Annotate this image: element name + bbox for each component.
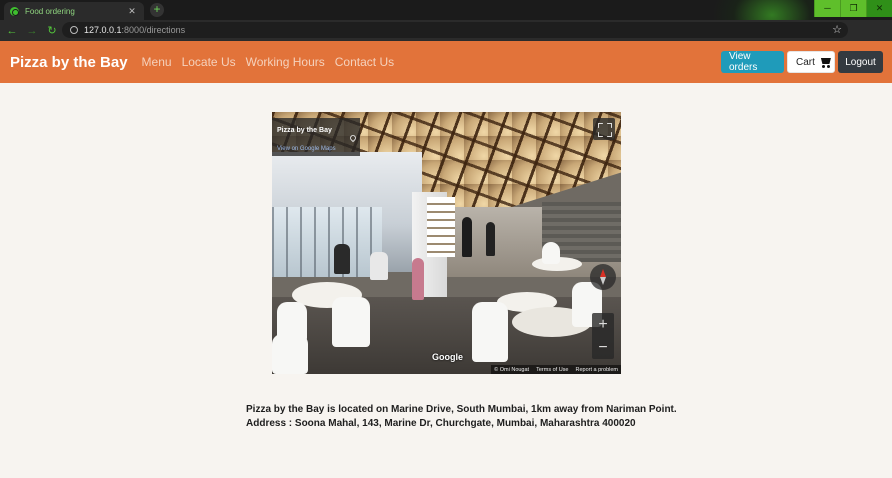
url-text: 127.0.0.1:8000/directions bbox=[84, 25, 185, 35]
zoom-out-button[interactable]: − bbox=[592, 336, 614, 359]
view-orders-button[interactable]: View orders bbox=[721, 51, 784, 73]
browser-toolbar: ← → ↻ 127.0.0.1:8000/directions ☆ ⋮ bbox=[0, 20, 892, 57]
dining-chair bbox=[332, 297, 370, 347]
report-problem-link[interactable]: Report a problem bbox=[576, 367, 619, 373]
dining-chair bbox=[542, 242, 560, 264]
view-on-google-maps-link[interactable]: View on Google Maps bbox=[277, 146, 336, 152]
browser-tab[interactable]: Food ordering ✕ bbox=[4, 2, 144, 20]
address-bar[interactable]: 127.0.0.1:8000/directions ☆ bbox=[62, 22, 848, 38]
tab-title: Food ordering bbox=[25, 6, 75, 16]
diner-figure bbox=[486, 222, 495, 256]
location-description: Pizza by the Bay is located on Marine Dr… bbox=[246, 403, 686, 431]
new-tab-button[interactable]: + bbox=[150, 3, 164, 17]
compass-icon[interactable] bbox=[590, 264, 616, 290]
street-view-window bbox=[272, 207, 382, 277]
back-arrow-icon[interactable]: ← bbox=[4, 23, 20, 39]
globe-icon bbox=[10, 6, 19, 16]
url-path: :8000/directions bbox=[121, 25, 186, 35]
street-view-embed[interactable]: Pizza by the Bay View on Google Maps + −… bbox=[272, 112, 621, 374]
site-brand[interactable]: Pizza by the Bay bbox=[10, 54, 128, 71]
place-name: Pizza by the Bay bbox=[277, 127, 332, 134]
window-controls: ─ ❐ ✕ bbox=[814, 0, 892, 17]
street-view-shelf bbox=[427, 197, 455, 257]
diner-figure bbox=[462, 217, 472, 257]
diner-figure bbox=[334, 244, 350, 274]
site-navbar: Pizza by the Bay Menu Locate Us Working … bbox=[0, 41, 892, 83]
site-info-icon[interactable] bbox=[70, 26, 78, 34]
place-info-panel: Pizza by the Bay View on Google Maps bbox=[272, 118, 360, 156]
cart-button[interactable]: Cart bbox=[787, 51, 835, 73]
url-host: 127.0.0.1 bbox=[84, 25, 122, 35]
google-logo: Google bbox=[432, 352, 463, 362]
street-view-footer: © Omi Nougat Terms of Use Report a probl… bbox=[491, 365, 621, 374]
browser-tab-strip: Food ordering ✕ + ─ ❐ ✕ bbox=[0, 0, 892, 20]
nav-link-working-hours[interactable]: Working Hours bbox=[246, 55, 325, 69]
tab-close-icon[interactable]: ✕ bbox=[126, 6, 138, 17]
nav-link-locate-us[interactable]: Locate Us bbox=[182, 55, 236, 69]
diner-figure bbox=[412, 258, 424, 300]
forward-arrow-icon[interactable]: → bbox=[24, 23, 40, 39]
address-line: Address : Soona Mahal, 143, Marine Dr, C… bbox=[246, 418, 636, 429]
maximize-button[interactable]: ❐ bbox=[840, 0, 866, 17]
nav-link-contact-us[interactable]: Contact Us bbox=[335, 55, 394, 69]
minimize-button[interactable]: ─ bbox=[814, 0, 840, 17]
map-pin-icon[interactable] bbox=[348, 133, 358, 143]
reload-icon[interactable]: ↻ bbox=[44, 23, 60, 39]
zoom-control: + − bbox=[592, 313, 614, 359]
close-window-button[interactable]: ✕ bbox=[866, 0, 892, 17]
logout-button[interactable]: Logout bbox=[838, 51, 883, 73]
cart-label: Cart bbox=[796, 56, 815, 68]
shopping-cart-icon bbox=[819, 57, 831, 68]
terms-of-use-link[interactable]: Terms of Use bbox=[536, 367, 568, 373]
zoom-in-button[interactable]: + bbox=[592, 313, 614, 336]
bookmark-star-icon[interactable]: ☆ bbox=[832, 23, 842, 36]
nav-link-menu[interactable]: Menu bbox=[142, 55, 172, 69]
navbar-actions: View orders Cart Logout bbox=[721, 51, 883, 73]
fullscreen-icon[interactable] bbox=[593, 118, 615, 140]
location-line: Pizza by the Bay is located on Marine Dr… bbox=[246, 404, 677, 415]
diner-figure bbox=[370, 252, 388, 280]
dining-chair bbox=[472, 302, 508, 362]
image-credit: © Omi Nougat bbox=[494, 366, 530, 373]
dining-chair bbox=[272, 334, 308, 374]
